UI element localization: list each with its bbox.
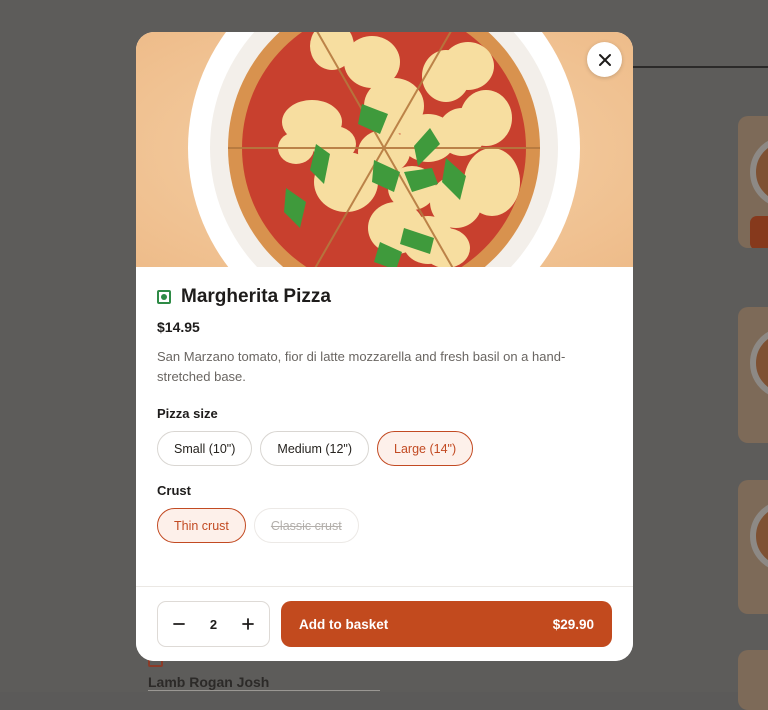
- background-menu-card: [738, 480, 768, 614]
- decrement-button[interactable]: [168, 613, 190, 635]
- crust-section-label: Crust: [157, 483, 191, 498]
- item-name: Margherita Pizza: [181, 286, 331, 307]
- crust-option-classic: Classic crust: [253, 508, 359, 543]
- size-option-small[interactable]: Small (10"): [157, 431, 253, 466]
- item-details: Margherita Pizza $14.95 San Marzano toma…: [157, 284, 613, 543]
- add-to-basket-button[interactable]: Add to basket $29.90: [281, 601, 612, 647]
- minus-icon: [173, 623, 185, 625]
- add-to-basket-label: Add to basket: [299, 616, 389, 632]
- background-menu-card: [738, 650, 768, 710]
- quantity-value: 2: [209, 616, 218, 632]
- item-price: $14.95: [157, 319, 200, 335]
- background-item-divider: [148, 690, 380, 691]
- item-description: San Marzano tomato, fior di latte mozzar…: [157, 349, 566, 384]
- crust-options: Thin crust Classic crust: [157, 508, 613, 543]
- background-divider: [633, 66, 768, 68]
- size-option-medium[interactable]: Medium (12"): [260, 431, 370, 466]
- close-icon: [598, 53, 611, 66]
- margherita-pizza-photo: [136, 32, 633, 267]
- size-option-large[interactable]: Large (14"): [377, 431, 474, 466]
- quantity-stepper: 2: [157, 601, 270, 647]
- size-section-label: Pizza size: [157, 406, 218, 421]
- modal-footer: 2 Add to basket $29.90: [136, 586, 633, 661]
- background-menu-card: [738, 307, 768, 443]
- crust-option-thin[interactable]: Thin crust: [157, 508, 246, 543]
- item-title-row: Margherita Pizza: [157, 284, 613, 310]
- background-item-name: Lamb Rogan Josh: [148, 674, 270, 690]
- basket-total: $29.90: [552, 616, 594, 632]
- close-button[interactable]: [587, 42, 622, 77]
- size-options: Small (10") Medium (12") Large (14"): [157, 431, 613, 466]
- background-menu-card: [738, 116, 768, 248]
- increment-button[interactable]: [237, 613, 259, 635]
- item-detail-modal: Margherita Pizza $14.95 San Marzano toma…: [136, 32, 633, 661]
- veg-icon: [157, 290, 171, 304]
- plus-icon: [242, 618, 254, 630]
